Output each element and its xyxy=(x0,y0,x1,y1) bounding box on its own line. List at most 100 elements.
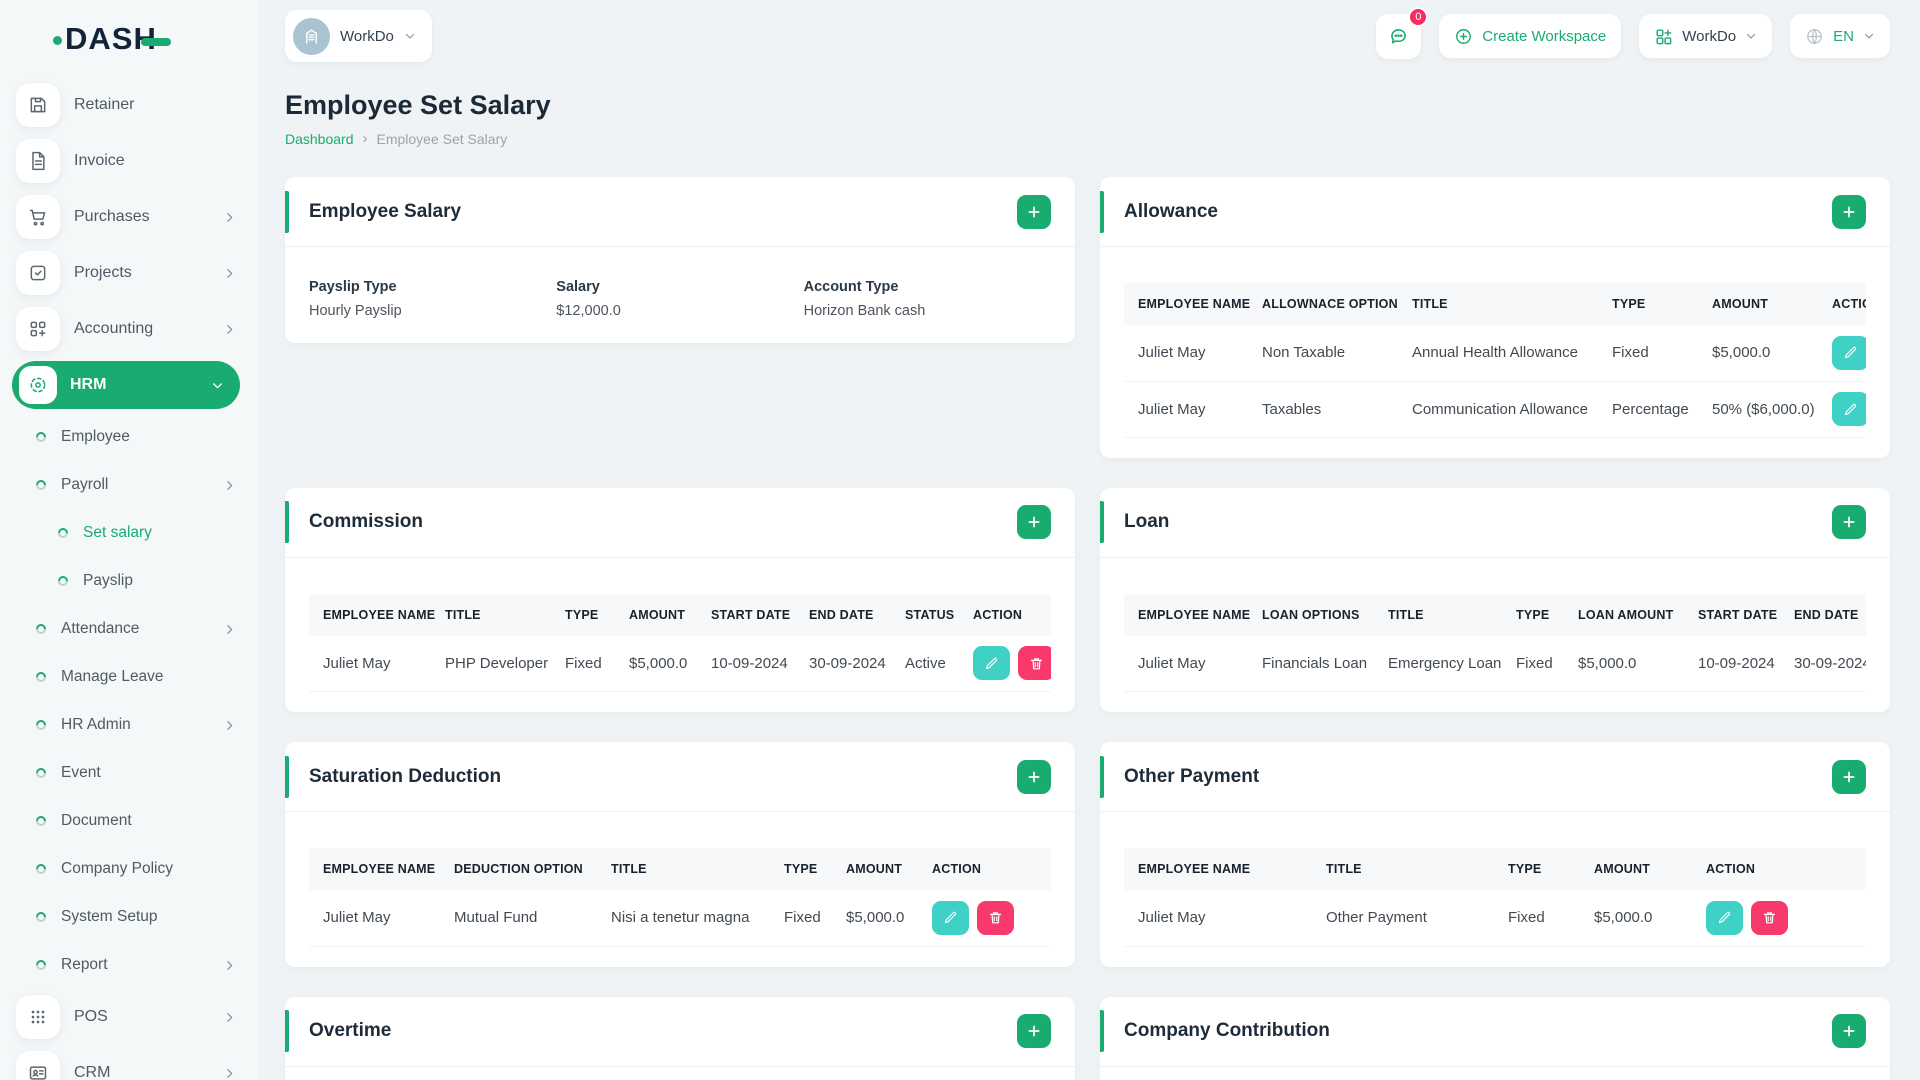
breadcrumb: Dashboard › Employee Set Salary xyxy=(285,130,1890,147)
commission-table-scroll[interactable]: EMPLOYEE NAME TITLE TYPE AMOUNT START DATE EN… xyxy=(309,593,1051,693)
add-commission-button[interactable] xyxy=(1017,505,1051,539)
loan-table-scroll[interactable]: EMPLOYEE NAME LOAN OPTIONS TITLE TYPE LOAN A… xyxy=(1124,593,1866,693)
sidebar-nav: Retainer Invoice Purchases Projects Acco… xyxy=(0,77,258,1080)
sidebar-item-accounting[interactable]: Accounting xyxy=(0,301,258,357)
delete-button[interactable] xyxy=(1018,646,1051,681)
overtime-body xyxy=(285,1067,1075,1080)
sidebar-item-manage-leave[interactable]: Manage Leave xyxy=(0,653,258,701)
allowance-table-scroll[interactable]: EMPLOYEE NAME ALLOWNACE OPTION TITLE TYPE AM… xyxy=(1124,283,1866,438)
table-cell: 10-09-2024 xyxy=(1698,654,1775,672)
add-overtime-button[interactable] xyxy=(1017,1014,1051,1048)
column-header: ACTION xyxy=(973,607,1023,622)
sidebar-item-event[interactable]: Event xyxy=(0,749,258,797)
other-payment-table-scroll[interactable]: EMPLOYEE NAME TITLE TYPE AMOUNT ACTION Juliet… xyxy=(1124,848,1866,947)
chevron-right-icon xyxy=(223,479,236,492)
sidebar-item-document[interactable]: Document xyxy=(0,797,258,845)
saturation-table-scroll[interactable]: EMPLOYEE NAME DEDUCTION OPTION TITLE TYPE AM… xyxy=(309,848,1051,947)
sidebar-item-label: Set salary xyxy=(83,524,152,541)
table-cell: Fixed xyxy=(1516,654,1553,672)
chevron-down-icon xyxy=(1745,30,1757,42)
chevron-right-icon xyxy=(223,267,236,280)
sidebar-item-employee[interactable]: Employee xyxy=(0,413,258,461)
column-header: TYPE xyxy=(784,862,818,876)
column-header: DEDUCTION OPTION xyxy=(454,862,583,876)
create-workspace-button[interactable]: Create Workspace xyxy=(1439,14,1622,58)
add-saturation-deduction-button[interactable] xyxy=(1017,759,1051,794)
overtime-card: Overtime xyxy=(285,996,1075,1080)
employee-salary-card: Employee Salary Payslip Type Hourly Pays… xyxy=(285,177,1075,343)
edit-button[interactable] xyxy=(932,900,969,935)
crm-icon xyxy=(16,1051,60,1080)
edit-button[interactable] xyxy=(1706,900,1743,935)
table-cell: Annual Health Allowance xyxy=(1412,344,1578,362)
sidebar-item-label: HRM xyxy=(70,376,107,393)
table-cell: Fixed xyxy=(565,654,602,672)
card-header: Other Payment xyxy=(1100,742,1890,812)
table-cell: Communication Allowance xyxy=(1412,400,1588,418)
language-button[interactable]: EN xyxy=(1790,14,1890,58)
column-header: END DATE xyxy=(809,607,874,622)
sidebar-item-purchases[interactable]: Purchases xyxy=(0,189,258,245)
column-header: TYPE xyxy=(1516,607,1550,622)
app-switcher-button[interactable]: WorkDo xyxy=(1639,14,1773,58)
add-other-payment-button[interactable] xyxy=(1832,759,1866,794)
column-header: EMPLOYEE NAME xyxy=(1138,607,1251,622)
add-company-contribution-button[interactable] xyxy=(1832,1014,1866,1048)
chat-icon xyxy=(1391,28,1407,43)
column-header: ALLOWNACE OPTION xyxy=(1262,297,1398,311)
table-header-row: EMPLOYEE NAME TITLE TYPE AMOUNT ACTION xyxy=(1124,848,1866,890)
sidebar-item-attendance[interactable]: Attendance xyxy=(0,605,258,653)
sidebar-item-set-salary[interactable]: Set salary xyxy=(0,509,258,557)
column-header: TYPE xyxy=(565,607,599,622)
table-cell: 10-09-2024 xyxy=(711,654,788,672)
saturation-deduction-card: Saturation Deduction EMPLOYEE NAME DEDUCT… xyxy=(285,742,1075,967)
edit-button[interactable] xyxy=(973,646,1010,681)
workspace-switcher[interactable]: WorkDo xyxy=(285,10,432,62)
pencil-icon xyxy=(1844,403,1857,415)
column-header: TYPE xyxy=(1508,862,1542,876)
table-cell: $5,000.0 xyxy=(629,654,688,672)
delete-button[interactable] xyxy=(977,900,1014,935)
delete-button[interactable] xyxy=(1751,900,1788,935)
edit-button[interactable] xyxy=(1832,392,1866,426)
sidebar-item-system-setup[interactable]: System Setup xyxy=(0,893,258,941)
column-header: AMOUNT xyxy=(1712,297,1769,311)
sidebar-item-pos[interactable]: POS xyxy=(0,989,258,1045)
main-area: WorkDo 0 Create Workspace WorkDo EN Empl… xyxy=(258,0,1920,1080)
row-actions xyxy=(1696,890,1866,946)
sidebar-item-company-policy[interactable]: Company Policy xyxy=(0,845,258,893)
messages-button[interactable]: 0 xyxy=(1376,6,1429,59)
sidebar-item-invoice[interactable]: Invoice xyxy=(0,133,258,189)
employee-salary-fields: Payslip Type Hourly Payslip Salary $12,0… xyxy=(285,247,1075,343)
table-cell: PHP Developer xyxy=(445,654,549,672)
other-payment-card: Other Payment EMPLOYEE NAME TITLE TYPE AMOU… xyxy=(1100,742,1890,967)
pencil-icon xyxy=(1718,912,1731,924)
sidebar-item-hr-admin[interactable]: HR Admin xyxy=(0,701,258,749)
card-title: Allowance xyxy=(1124,200,1218,222)
saturation-deduction-table: EMPLOYEE NAME DEDUCTION OPTION TITLE TYPE AM… xyxy=(309,848,1051,947)
column-header: LOAN AMOUNT xyxy=(1578,607,1674,622)
add-employee-salary-button[interactable] xyxy=(1017,194,1051,229)
add-loan-button[interactable] xyxy=(1832,505,1866,539)
column-header: TITLE xyxy=(1412,297,1448,311)
messages-badge: 0 xyxy=(1408,6,1429,27)
add-allowance-button[interactable] xyxy=(1832,194,1866,229)
breadcrumb-dashboard-link[interactable]: Dashboard xyxy=(285,131,354,147)
sidebar-item-report[interactable]: Report xyxy=(0,941,258,989)
field-payslip-type: Payslip Type Hourly Payslip xyxy=(309,279,556,319)
sidebar-item-projects[interactable]: Projects xyxy=(0,245,258,301)
sidebar-item-crm[interactable]: CRM xyxy=(0,1045,258,1080)
card-header: Saturation Deduction xyxy=(285,742,1075,812)
sidebar-item-retainer[interactable]: Retainer xyxy=(0,77,258,133)
row-actions xyxy=(922,890,1051,946)
field-label: Salary xyxy=(556,279,600,295)
chevron-down-icon xyxy=(404,30,416,42)
sidebar-item-payroll[interactable]: Payroll xyxy=(0,461,258,509)
edit-button[interactable] xyxy=(1832,335,1866,370)
sidebar: DASH Retainer Invoice Purchases Projects… xyxy=(0,0,258,1080)
sidebar-item-hrm[interactable]: HRM xyxy=(12,361,240,409)
plus-icon xyxy=(1843,205,1855,218)
table-cell: Non Taxable xyxy=(1262,344,1346,362)
sidebar-item-payslip[interactable]: Payslip xyxy=(0,557,258,605)
bullet-icon xyxy=(33,717,49,733)
